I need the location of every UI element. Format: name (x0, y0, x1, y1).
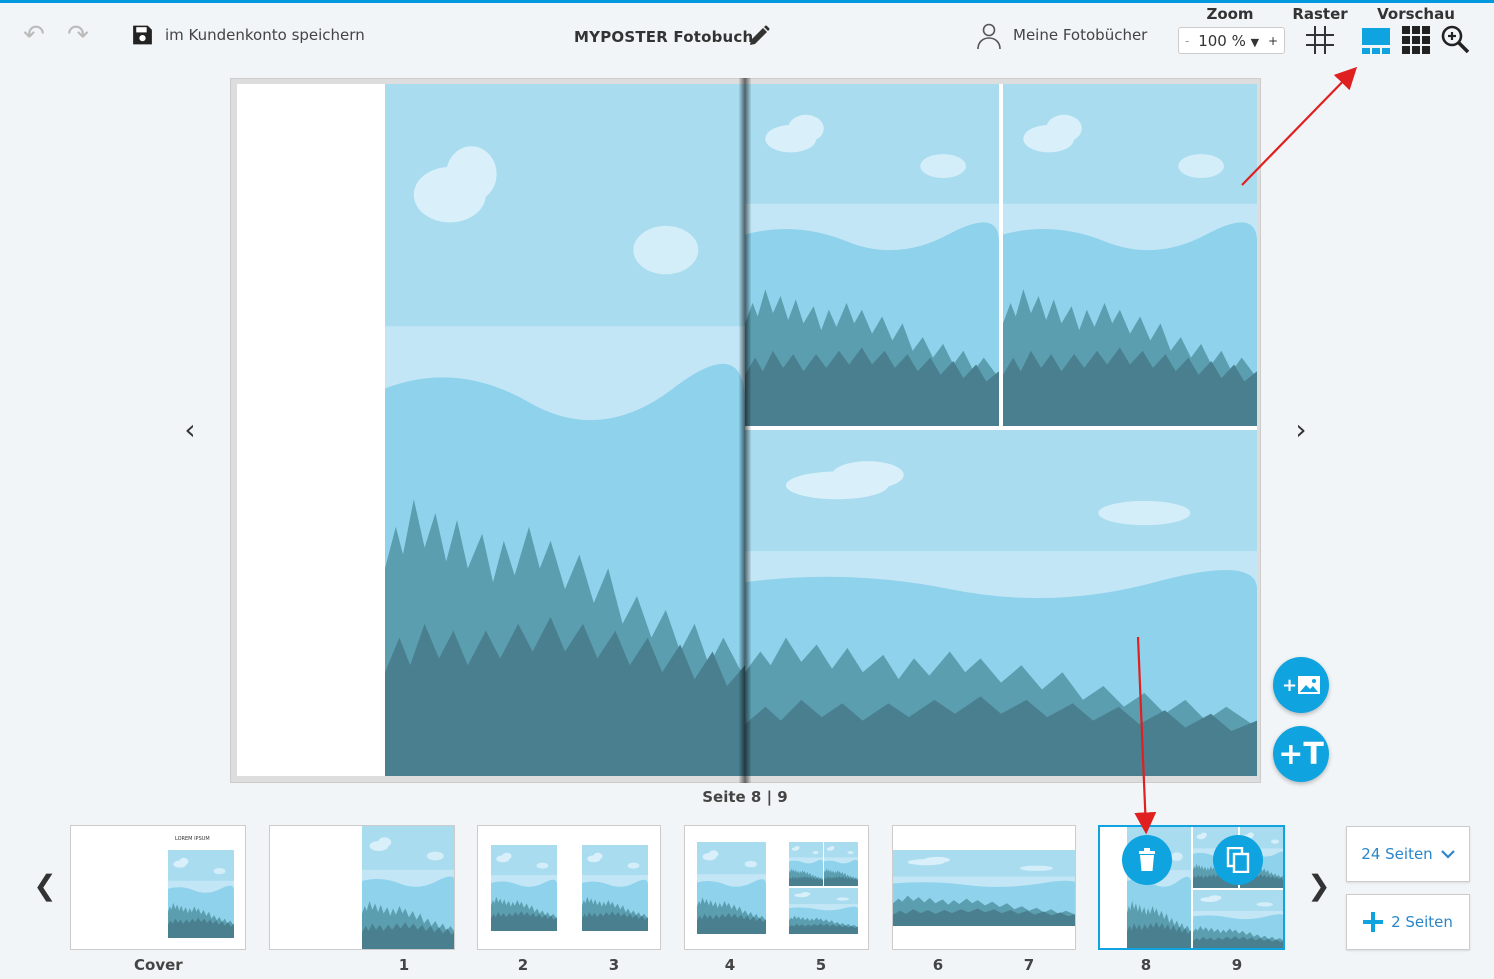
caret-down-icon: ▼ (1250, 35, 1260, 49)
photo-landscape (789, 842, 823, 886)
grid-view-icon[interactable] (1401, 25, 1431, 55)
add-pages-label: 2 Seiten (1391, 913, 1453, 931)
strip-prev-arrow[interactable]: ❮ (30, 866, 60, 906)
photo-landscape[interactable] (745, 430, 1257, 776)
zoom-minus-button[interactable]: - (1185, 34, 1189, 48)
photo-landscape (1193, 890, 1285, 950)
save-to-account-button[interactable]: im Kundenkonto speichern (165, 26, 365, 44)
user-icon[interactable] (974, 21, 1004, 51)
photo-landscape[interactable] (385, 84, 745, 776)
photo-landscape (824, 842, 858, 886)
preview-heading: Vorschau (1377, 5, 1455, 23)
photo-landscape (168, 850, 234, 938)
zoom-value: 100 % ▼ (1198, 31, 1260, 50)
photo-landscape[interactable] (1003, 84, 1257, 426)
grid-raster-icon[interactable] (1304, 24, 1336, 56)
page-count-select[interactable]: 24 Seiten (1346, 826, 1470, 882)
book-gutter (739, 78, 751, 783)
photo-landscape (789, 888, 858, 934)
zoom-search-icon[interactable] (1440, 24, 1470, 54)
right-page-9[interactable] (745, 84, 1257, 776)
thumbnail-label: 6 (932, 956, 944, 974)
thumbnail-label: Cover (134, 956, 183, 974)
strip-next-arrow[interactable]: ❯ (1304, 866, 1334, 906)
project-title: MYPOSTER Fotobuch (574, 28, 754, 46)
photo-landscape (697, 842, 766, 934)
add-pages-button[interactable]: 2 Seiten (1346, 894, 1470, 950)
thumbnail-page-1[interactable] (269, 825, 455, 950)
page-count-label: 24 Seiten (1361, 845, 1433, 863)
undo-icon[interactable]: ↶ (18, 22, 50, 48)
thumbnail-pages-6-7[interactable] (892, 825, 1076, 950)
thumbnail-label: 1 (398, 956, 410, 974)
thumbnail-label: 2 (517, 956, 529, 974)
thumbnail-label: 9 (1231, 956, 1243, 974)
image-icon (1298, 676, 1321, 694)
thumbnail-pages-4-5[interactable] (684, 825, 869, 950)
thumbnail-label: 7 (1023, 956, 1035, 974)
photo-landscape (582, 845, 648, 931)
thumbnail-cover[interactable]: LOREM IPSUM (70, 825, 246, 950)
plus-label: + (1281, 674, 1298, 696)
my-photobooks-link[interactable]: Meine Fotobücher (1013, 26, 1147, 44)
thumbnail-label: 3 (608, 956, 620, 974)
photo-landscape[interactable] (745, 84, 999, 426)
page-indicator: Seite 8 | 9 (702, 788, 788, 806)
thumbnail-pages-8-9[interactable] (1098, 825, 1285, 950)
copy-icon (1226, 847, 1250, 873)
pencil-icon[interactable] (747, 24, 771, 48)
plus-icon (1363, 912, 1384, 932)
trash-icon (1139, 848, 1155, 871)
previous-page-arrow[interactable]: ‹ (175, 410, 205, 450)
cover-title-text: LOREM IPSUM (175, 836, 210, 842)
thumbnail-label: 4 (724, 956, 736, 974)
chevron-down-icon (1440, 850, 1455, 859)
add-image-button[interactable]: + (1273, 657, 1329, 713)
zoom-select[interactable]: - 100 % ▼ + (1178, 27, 1285, 54)
zoom-plus-button[interactable]: + (1268, 34, 1278, 48)
photo-landscape (491, 845, 557, 931)
next-page-arrow[interactable]: › (1286, 410, 1316, 450)
thumbnail-label: 5 (815, 956, 827, 974)
save-icon[interactable] (130, 22, 155, 48)
photo-landscape (362, 826, 455, 950)
zoom-heading: Zoom (1206, 5, 1254, 23)
raster-heading: Raster (1292, 5, 1348, 23)
top-accent-bar (0, 0, 1494, 3)
redo-icon[interactable]: ↷ (62, 22, 94, 48)
duplicate-spread-button[interactable] (1213, 835, 1263, 885)
spread-view-icon[interactable] (1361, 25, 1391, 55)
delete-spread-button[interactable] (1122, 835, 1172, 885)
thumbnail-label: 8 (1140, 956, 1152, 974)
left-page-8[interactable] (237, 84, 745, 776)
add-text-button[interactable]: +T (1273, 726, 1329, 782)
photo-landscape (893, 850, 1076, 926)
thumbnail-pages-2-3[interactable] (477, 825, 661, 950)
